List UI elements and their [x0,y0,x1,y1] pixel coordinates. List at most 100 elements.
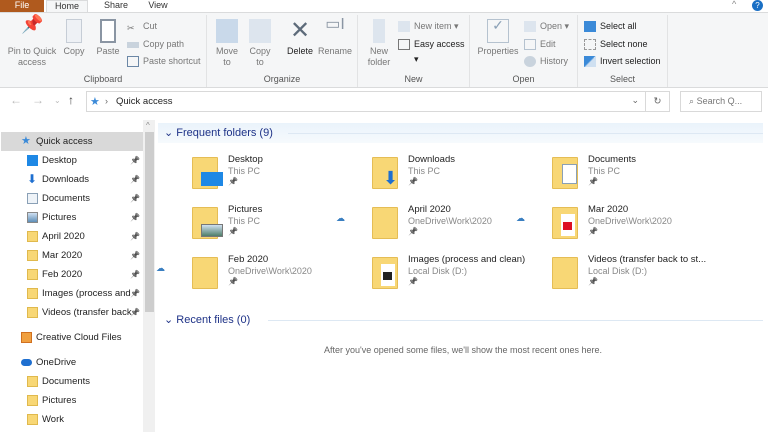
sidebar-item-documents[interactable]: Documents [0,372,143,391]
folder-tile[interactable]: Documents This PC 📌 [552,154,732,205]
folder-location: This PC [228,166,261,176]
folder-icon [27,250,38,261]
folder-tile[interactable]: April 2020 OneDrive\Work\2020 📌 ☁ [336,204,552,255]
sidebar-item-april-2020[interactable]: April 2020 📌 [0,227,143,246]
folder-tile[interactable]: Images (process and clean) Local Disk (D:… [372,254,552,305]
pin-to-quick-access-button[interactable]: 📌 Pin to Quick access [4,15,60,68]
pin-icon[interactable]: 📌 [130,265,140,284]
delete-x-icon: ✕ [289,17,311,44]
sidebar-item-videos-transfer-back[interactable]: Videos (transfer back 📌 [0,303,143,322]
help-icon[interactable]: ? [752,0,763,11]
paste-button[interactable]: Paste [92,19,124,57]
sidebar-item-label: Pictures [42,395,77,406]
folder-icon [27,376,38,387]
folder-icon [192,257,218,289]
paste-shortcut-button[interactable]: Paste shortcut [127,54,201,69]
recent-locations-icon[interactable]: ⌄ [54,96,61,105]
easy-access-button[interactable]: Easy access ▾ [398,37,469,64]
pin-icon[interactable]: 📌 [130,227,140,246]
sidebar-item-label: Feb 2020 [42,269,83,280]
ribbon: 📌 Pin to Quick access Copy Paste ✂ Cut Cop… [0,12,768,88]
sidebar-item-images-process-and[interactable]: Images (process and 📌 [0,284,143,303]
recent-files-header[interactable]: ⌄ Recent files (0) [158,310,763,330]
copy-to-icon [249,19,271,43]
forward-button[interactable]: → [32,93,44,107]
refresh-button[interactable]: ↻ [646,91,670,112]
pin-icon: 📌 [228,227,238,236]
folder-tile[interactable]: ⬇ Downloads This PC 📌 [372,154,552,205]
sidebar-item-pictures[interactable]: Pictures 📌 [0,208,143,227]
invert-selection-icon [584,56,596,67]
copy-to-button[interactable]: Copy to [245,19,275,68]
pin-icon[interactable]: 📌 [130,151,140,170]
organize-label: Organize [263,74,301,84]
folder-tile[interactable]: Feb 2020 OneDrive\Work\2020 📌 ☁ [156,254,372,305]
invert-selection-button[interactable]: Invert selection [584,54,661,69]
folder-tile[interactable]: Pictures This PC 📌 [192,204,372,255]
sidebar-item-quick-access[interactable]: ★ Quick access [0,132,143,151]
folder-tile[interactable]: Mar 2020 OneDrive\Work\2020 📌 ☁ [516,204,732,255]
new-folder-button[interactable]: New folder [362,19,396,68]
address-bar[interactable]: ★ › Quick access ⌄ [86,91,646,112]
breadcrumb-quick-access[interactable]: Quick access [116,96,173,107]
open-group: ✓ Properties Open ▾ Edit History Open [470,15,578,87]
edit-icon [524,39,536,50]
sidebar-item-work[interactable]: Work [0,410,143,429]
new-item-button[interactable]: New item ▾ [398,19,459,34]
pin-icon[interactable]: 📌 [130,303,140,322]
search-icon: ⌕ [689,96,695,106]
sidebar-item-documents[interactable]: Documents 📌 [0,189,143,208]
sidebar-item-creative-cloud-files[interactable]: Creative Cloud Files [0,328,143,347]
folder-name: Desktop [228,154,263,165]
open-button[interactable]: Open ▾ [524,19,569,34]
folder-tile[interactable]: Videos (transfer back to st... Local Disk… [552,254,732,305]
sidebar-item-feb-2020[interactable]: Feb 2020 📌 [0,265,143,284]
sidebar-item-pictures[interactable]: Pictures [0,391,143,410]
folder-tile[interactable]: Desktop This PC 📌 [192,154,372,205]
history-button[interactable]: History [524,54,568,69]
pin-icon[interactable]: 📌 [130,170,140,189]
tab-home[interactable]: Home [46,0,88,12]
sidebar-scrollbar-thumb[interactable] [145,132,154,312]
pin-icon[interactable]: 📌 [130,208,140,227]
cloud-icon: ☁ [516,213,525,223]
rename-button[interactable]: ▭I Rename [317,17,353,57]
folder-location: This PC [588,166,621,176]
open-icon [524,21,536,32]
pin-icon[interactable]: 📌 [130,246,140,265]
sidebar-item-onedrive[interactable]: OneDrive [0,353,143,372]
sidebar-item-downloads[interactable]: ⬇ Downloads 📌 [0,170,143,189]
sidebar-item-mar-2020[interactable]: Mar 2020 📌 [0,246,143,265]
pin-icon: 📌 [408,177,418,186]
delete-button[interactable]: ✕ Delete [283,19,317,57]
frequent-folders-header[interactable]: ⌄ Frequent folders (9) [158,123,763,143]
copy-icon [66,19,82,43]
sidebar-item-desktop[interactable]: Desktop 📌 [0,151,143,170]
tab-view[interactable]: View [140,0,176,12]
onedrive-icon [21,359,32,366]
pin-icon[interactable]: 📌 [130,189,140,208]
sidebar-item-label: Pictures [42,212,77,223]
sidebar-item-label: Mar 2020 [42,250,83,261]
up-button[interactable]: ↑ [68,93,74,107]
address-dropdown-icon[interactable]: ⌄ [631,95,639,106]
scroll-up-icon[interactable]: ^ [146,121,150,130]
document-icon [27,193,38,204]
tab-share[interactable]: Share [96,0,136,12]
edit-button[interactable]: Edit [524,37,556,52]
collapse-ribbon-icon[interactable]: ^ [732,0,736,9]
pin-icon[interactable]: 📌 [130,284,140,303]
folder-icon [27,395,38,406]
cut-button[interactable]: ✂ Cut [127,19,157,34]
select-none-button[interactable]: Select none [584,37,648,52]
copy-path-button[interactable]: Copy path [127,37,184,52]
move-to-button[interactable]: Move to [213,19,241,68]
search-box[interactable]: ⌕ Search Q... [680,91,762,112]
sidebar-item-label: Documents [42,376,91,387]
properties-button[interactable]: ✓ Properties [476,18,520,57]
select-all-button[interactable]: Select all [584,19,637,34]
back-button[interactable]: ← [10,93,22,107]
copy-button[interactable]: Copy [60,19,88,57]
tab-file[interactable]: File [0,0,44,12]
folder-location: Local Disk (D:) [588,266,648,276]
